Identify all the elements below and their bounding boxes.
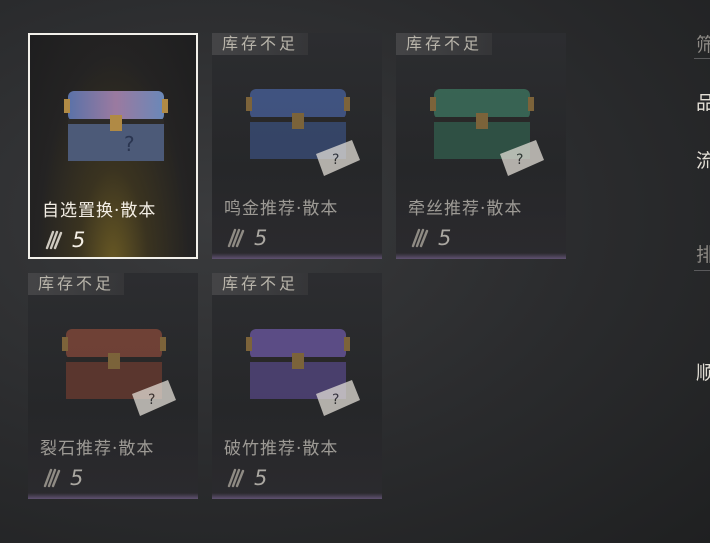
divider <box>694 58 710 59</box>
svg-text:?: ? <box>332 152 339 168</box>
stock-shortage-badge: 库存不足 <box>212 273 309 295</box>
item-name: 牵丝推荐·散本 <box>408 199 523 219</box>
feather-icon <box>226 468 246 488</box>
item-card-optional-swap[interactable]: ? 自选置换·散本 5 <box>28 33 198 259</box>
stock-shortage-badge: 库存不足 <box>212 33 309 55</box>
divider <box>694 270 710 271</box>
item-cost: 5 <box>44 228 85 252</box>
recommend-ticket-icon: ? <box>128 376 178 420</box>
filter-panel: 筛 品 流 排 顺 <box>694 0 710 543</box>
cost-value: 5 <box>72 228 86 252</box>
item-card-pozhu[interactable]: ? 库存不足 破竹推荐·散本 5 <box>212 273 382 499</box>
filter-panel-title: 筛 <box>696 34 710 56</box>
item-cost: 5 <box>42 466 83 490</box>
item-grid: ? 自选置换·散本 5 ? 库存不足 鸣金推荐·散本 5 ? 库存不足 牵丝推荐… <box>28 33 588 513</box>
item-cost: 5 <box>226 226 267 250</box>
svg-text:?: ? <box>332 392 339 408</box>
item-card-qiansi[interactable]: ? 库存不足 牵丝推荐·散本 5 <box>396 33 566 259</box>
feather-icon <box>44 230 64 250</box>
item-cost: 5 <box>410 226 451 250</box>
school-filter-label[interactable]: 流 <box>696 146 710 173</box>
svg-text:?: ? <box>148 392 155 408</box>
svg-text:?: ? <box>516 152 523 168</box>
quality-filter-label[interactable]: 品 <box>696 88 710 115</box>
svg-text:?: ? <box>124 132 135 156</box>
cost-value: 5 <box>70 466 84 490</box>
item-name: 自选置换·散本 <box>42 201 157 221</box>
recommend-ticket-icon: ? <box>312 136 362 180</box>
feather-icon <box>226 228 246 248</box>
item-cost: 5 <box>226 466 267 490</box>
stock-shortage-badge: 库存不足 <box>396 33 493 55</box>
item-name: 鸣金推荐·散本 <box>224 199 339 219</box>
recommend-ticket-icon: ? <box>312 376 362 420</box>
stock-shortage-badge: 库存不足 <box>28 273 125 295</box>
feather-icon <box>42 468 62 488</box>
item-card-lieshi[interactable]: ? 库存不足 裂石推荐·散本 5 <box>28 273 198 499</box>
sort-section-title: 排 <box>696 244 710 266</box>
sort-order-label[interactable]: 顺 <box>696 358 710 385</box>
item-name: 裂石推荐·散本 <box>40 439 155 459</box>
cost-value: 5 <box>254 226 268 250</box>
cost-value: 5 <box>254 466 268 490</box>
item-name: 破竹推荐·散本 <box>224 439 339 459</box>
recommend-ticket-icon: ? <box>496 136 546 180</box>
chest-icon: ? <box>64 85 168 165</box>
item-card-mingjin[interactable]: ? 库存不足 鸣金推荐·散本 5 <box>212 33 382 259</box>
feather-icon <box>410 228 430 248</box>
cost-value: 5 <box>438 226 452 250</box>
